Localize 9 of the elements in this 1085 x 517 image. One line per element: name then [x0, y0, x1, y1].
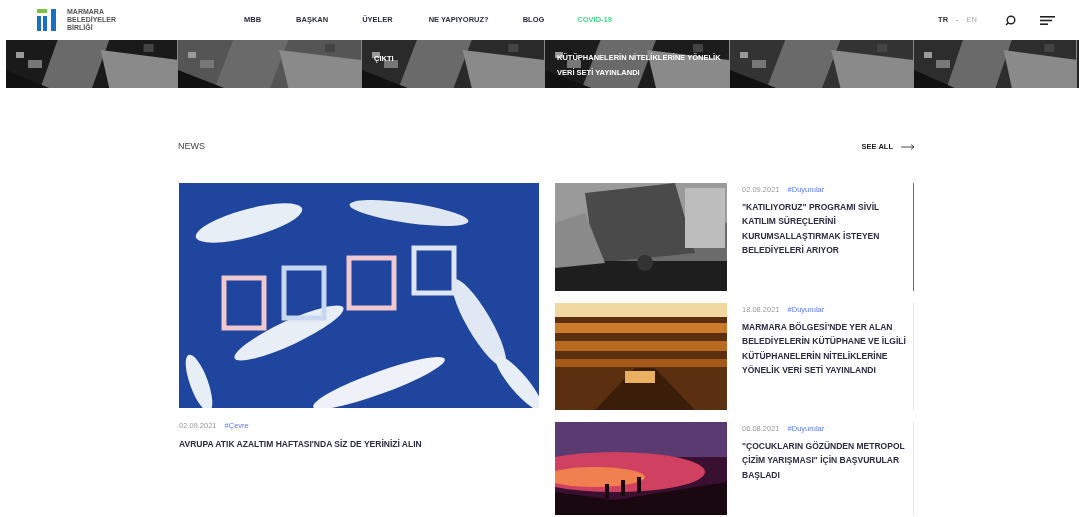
news-title[interactable]: "ÇOCUKLARIN GÖZÜNDEN METROPOL ÇİZİM YARIŞMASI" İÇİN BAŞVURULAR BAŞLADI [742, 438, 913, 483]
section-heading: NEWS [178, 140, 205, 153]
news-title[interactable]: MARMARA BÖLGESİ'NDE YER ALAN BELEDİYELERİN KÜTÜPHANE VE İLGİLİ KÜTÜPHANELERİN NİTELİKLERİNE YÖNELİK VERİ SETİ YAYINLANDI [742, 319, 913, 378]
news-title[interactable]: AVRUPA ATIK AZALTIM HAFTASI'NDA SİZ DE YERİNİZİ ALIN [179, 436, 539, 451]
search-icon[interactable] [1005, 14, 1016, 26]
logo-icon [37, 9, 59, 31]
menu-icon[interactable] [1040, 15, 1055, 25]
news-title[interactable]: "KATILIYORUZ" PROGRAMI SİVİL KATILIM SÜREÇLERİNİ KURUMSALLAŞTIRMAK İSTEYEN BELEDİYELERİ ARIYOR [742, 199, 913, 258]
arrow-icon [901, 143, 915, 150]
